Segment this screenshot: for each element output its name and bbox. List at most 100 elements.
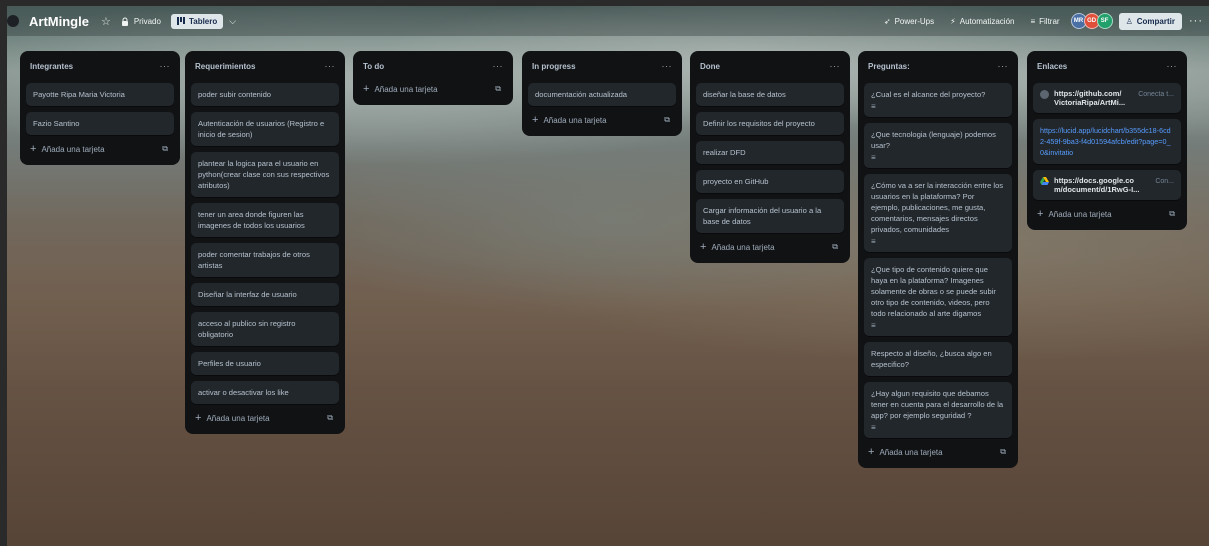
list-title[interactable]: To do bbox=[363, 62, 384, 71]
link-url: https://lucid.app/lucidchart/b355dc18-6c… bbox=[1040, 126, 1171, 157]
description-icon: ≡ bbox=[871, 321, 876, 330]
card[interactable]: proyecto en GitHub bbox=[696, 170, 844, 193]
list-menu-icon[interactable]: ··· bbox=[1167, 61, 1178, 71]
card[interactable]: Autenticación de usuarios (Registro e in… bbox=[191, 112, 339, 146]
card-title: ¿Cual es el alcance del proyecto? bbox=[871, 90, 986, 99]
add-card-label[interactable]: Añada una tarjeta bbox=[543, 116, 606, 125]
add-card-row[interactable]: + Añada una tarjeta ⧉ bbox=[191, 404, 339, 428]
card[interactable]: activar o desactivar los like bbox=[191, 381, 339, 404]
connect-hint: Con... bbox=[1155, 178, 1174, 185]
google-drive-icon bbox=[1040, 177, 1049, 185]
add-card-label[interactable]: Añada una tarjeta bbox=[206, 414, 269, 423]
card[interactable]: acceso al publico sin registro obligator… bbox=[191, 312, 339, 346]
add-card-label[interactable]: Añada una tarjeta bbox=[879, 448, 942, 457]
add-card-row[interactable]: + Añada una tarjeta ⧉ bbox=[26, 135, 174, 159]
card[interactable]: Respecto al diseño, ¿busca algo en espec… bbox=[864, 342, 1012, 376]
automation-button[interactable]: ⚡ Automatización bbox=[950, 17, 1014, 26]
board-header: ArtMingle ☆ Privado Tablero ⌵ ➶ Power-Up… bbox=[7, 6, 1209, 36]
add-card-label[interactable]: Añada una tarjeta bbox=[374, 85, 437, 94]
card-title: ¿Hay algun requisito que debamos tener e… bbox=[871, 389, 1004, 420]
board-title[interactable]: ArtMingle bbox=[29, 14, 89, 29]
card[interactable]: ¿Hay algun requisito que debamos tener e… bbox=[864, 382, 1012, 438]
card[interactable]: poder comentar trabajos de otros artista… bbox=[191, 243, 339, 277]
card[interactable]: documentación actualizada bbox=[528, 83, 676, 106]
card[interactable]: poder subir contenido bbox=[191, 83, 339, 106]
add-card-label[interactable]: Añada una tarjeta bbox=[711, 243, 774, 252]
list-menu-icon[interactable]: ··· bbox=[325, 61, 336, 71]
filter-label: Filtrar bbox=[1039, 16, 1060, 26]
card[interactable]: Fazio Santino bbox=[26, 112, 174, 135]
card[interactable]: tener un area donde figuren las imagenes… bbox=[191, 203, 339, 237]
card[interactable]: plantear la logica para el usuario en py… bbox=[191, 152, 339, 197]
connect-hint: Conecta t... bbox=[1138, 91, 1174, 98]
privacy-button[interactable]: Privado bbox=[121, 17, 161, 26]
avatar[interactable]: SF bbox=[1096, 13, 1113, 29]
card[interactable]: Cargar información del usuario a la base… bbox=[696, 199, 844, 233]
list-menu-icon[interactable]: ··· bbox=[662, 61, 673, 71]
powerups-label: Power-Ups bbox=[894, 16, 935, 26]
link-card-google-docs[interactable]: https://docs.google.co m/document/d/1RwG… bbox=[1033, 170, 1181, 200]
list-done: Done ··· diseñar la base de datos Defini… bbox=[690, 51, 850, 263]
add-card-row[interactable]: + Añada una tarjeta ⧉ bbox=[696, 233, 844, 257]
card[interactable]: realizar DFD bbox=[696, 141, 844, 164]
list-integrantes: Integrantes ··· Payotte Ripa Maria Victo… bbox=[20, 51, 180, 165]
card[interactable]: Definir los requisitos del proyecto bbox=[696, 112, 844, 135]
template-icon[interactable]: ⧉ bbox=[327, 413, 333, 423]
card[interactable]: ¿Cual es el alcance del proyecto? ≡ bbox=[864, 83, 1012, 117]
link-card-github[interactable]: https://github.com/ VictoriaRipa/ArtMi..… bbox=[1033, 83, 1181, 113]
share-button[interactable]: ♙ Compartir bbox=[1118, 12, 1182, 30]
card[interactable]: Diseñar la interfaz de usuario bbox=[191, 283, 339, 306]
member-avatars[interactable]: MR GD SF bbox=[1070, 13, 1113, 29]
card[interactable]: ¿Que tecnologia (lenguaje) podemos usar?… bbox=[864, 123, 1012, 168]
add-card-row[interactable]: + Añada una tarjeta ⧉ bbox=[528, 106, 676, 130]
add-card-label[interactable]: Añada una tarjeta bbox=[41, 145, 104, 154]
card[interactable]: ¿Que tipo de contenido quiere que haya e… bbox=[864, 258, 1012, 336]
card-title: ¿Que tipo de contenido quiere que haya e… bbox=[871, 265, 996, 318]
description-icon: ≡ bbox=[871, 423, 876, 432]
card-title: ¿Cómo va a ser la interacción entre los … bbox=[871, 181, 1004, 234]
workspace-avatar-icon[interactable] bbox=[7, 15, 19, 27]
card[interactable]: diseñar la base de datos bbox=[696, 83, 844, 106]
plus-icon: + bbox=[532, 114, 539, 126]
board-view-label: Tablero bbox=[188, 16, 218, 26]
card[interactable]: Perfiles de usuario bbox=[191, 352, 339, 375]
add-card-row[interactable]: + Añada una tarjeta ⧉ bbox=[359, 77, 507, 99]
card[interactable]: ¿Cómo va a ser la interacción entre los … bbox=[864, 174, 1012, 252]
list-title[interactable]: Requerimientos bbox=[195, 62, 255, 71]
list-menu-icon[interactable]: ··· bbox=[160, 61, 171, 71]
list-title[interactable]: Enlaces bbox=[1037, 62, 1067, 71]
link-text: https://github.com/ VictoriaRipa/ArtMi..… bbox=[1054, 89, 1126, 107]
list-menu-icon[interactable]: ··· bbox=[830, 61, 841, 71]
add-card-label[interactable]: Añada una tarjeta bbox=[1048, 210, 1111, 219]
template-icon[interactable]: ⧉ bbox=[162, 144, 168, 154]
card[interactable]: Payotte Ripa Maria Victoria bbox=[26, 83, 174, 106]
filter-button[interactable]: ≡ Filtrar bbox=[1030, 17, 1059, 26]
list-title[interactable]: In progress bbox=[532, 62, 576, 71]
list-title[interactable]: Integrantes bbox=[30, 62, 73, 71]
template-icon[interactable]: ⧉ bbox=[1169, 209, 1175, 219]
template-icon[interactable]: ⧉ bbox=[832, 242, 838, 252]
automation-label: Automatización bbox=[959, 16, 1015, 26]
template-icon[interactable]: ⧉ bbox=[495, 84, 501, 94]
chevron-down-icon[interactable]: ⌵ bbox=[229, 16, 236, 27]
plus-icon: + bbox=[1037, 208, 1044, 220]
more-menu-icon[interactable]: ··· bbox=[1189, 15, 1203, 27]
list-requerimientos: Requerimientos ··· poder subir contenido… bbox=[185, 51, 345, 434]
add-card-row[interactable]: + Añada una tarjeta ⧉ bbox=[1033, 200, 1181, 224]
link-card-lucid[interactable]: https://lucid.app/lucidchart/b355dc18-6c… bbox=[1033, 119, 1181, 164]
template-icon[interactable]: ⧉ bbox=[664, 115, 670, 125]
star-icon[interactable]: ☆ bbox=[101, 15, 111, 28]
rocket-icon: ➶ bbox=[883, 16, 891, 26]
list-title[interactable]: Done bbox=[700, 62, 720, 71]
powerups-button[interactable]: ➶ Power-Ups bbox=[884, 17, 934, 26]
board-view-button[interactable]: Tablero bbox=[170, 13, 224, 29]
description-icon: ≡ bbox=[871, 153, 876, 162]
list-title[interactable]: Preguntas: bbox=[868, 62, 910, 71]
add-card-row[interactable]: + Añada una tarjeta ⧉ bbox=[864, 438, 1012, 462]
list-preguntas: Preguntas: ··· ¿Cual es el alcance del p… bbox=[858, 51, 1018, 468]
description-icon: ≡ bbox=[871, 102, 876, 111]
list-menu-icon[interactable]: ··· bbox=[493, 61, 504, 71]
plus-icon: + bbox=[30, 143, 37, 155]
template-icon[interactable]: ⧉ bbox=[1000, 447, 1006, 457]
list-menu-icon[interactable]: ··· bbox=[998, 61, 1009, 71]
